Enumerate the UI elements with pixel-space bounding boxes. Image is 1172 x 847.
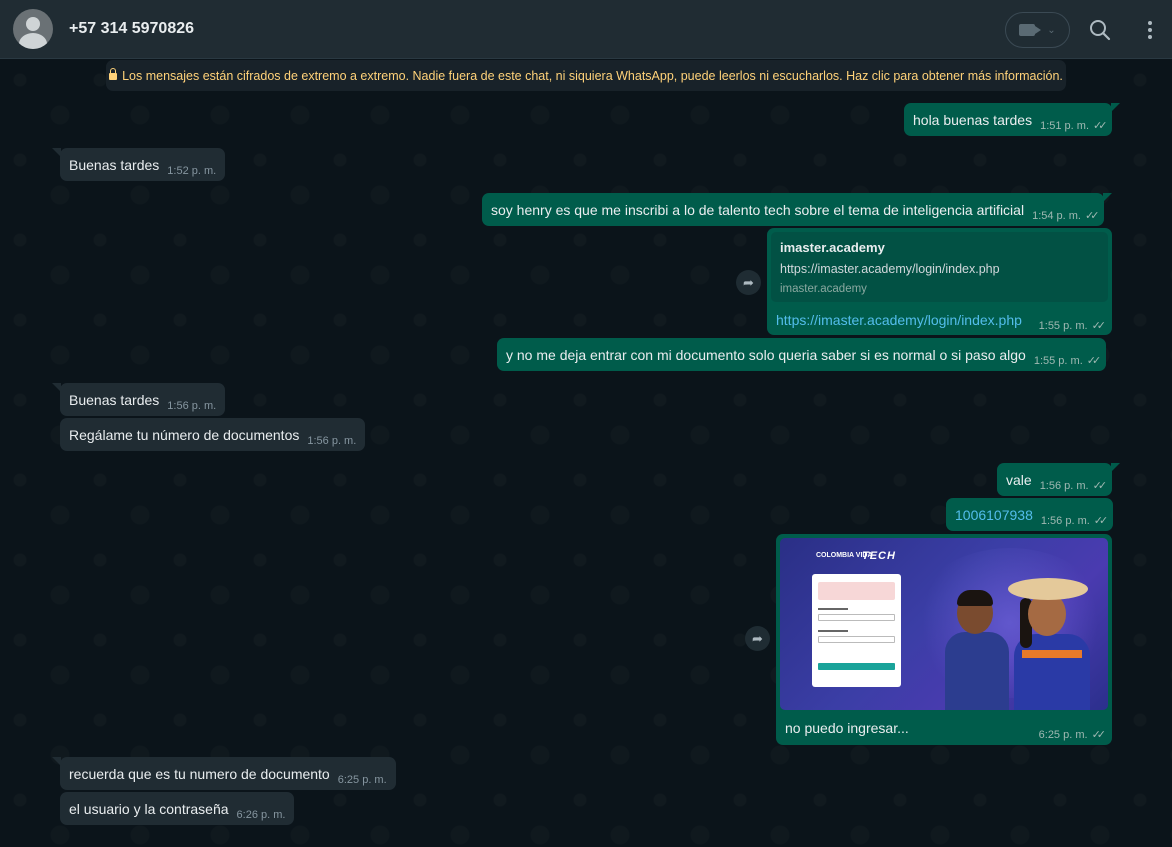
image-login-button <box>818 663 895 670</box>
image-person-boy <box>945 590 1009 710</box>
message-text: Buenas tardes <box>69 391 160 408</box>
message-time: 1:52 p. m. <box>167 164 217 177</box>
image-person-shirt <box>945 632 1009 710</box>
message-time: 6:25 p. m. <box>337 773 387 786</box>
image-attachment[interactable]: COLOMBIA VIDA TECH <box>780 538 1108 710</box>
message-time: 1:55 p. m. ✓✓ <box>1033 355 1102 367</box>
message-text: Buenas tardes <box>69 156 160 173</box>
message-link[interactable]: https://imaster.academy/login/index.php <box>776 312 1022 328</box>
video-camera-icon <box>1019 24 1042 36</box>
avatar-body <box>19 33 47 49</box>
message-text: recuerda que es tu numero de documento <box>69 765 330 782</box>
message-time: 6:26 p. m. <box>236 808 286 821</box>
double-check-icon: ✓✓ <box>1093 515 1109 527</box>
image-logo-tech: TECH <box>862 550 896 562</box>
message-time: 1:54 p. m. ✓✓ <box>1032 210 1100 222</box>
lock-icon <box>109 68 118 80</box>
message-bubble-outgoing[interactable]: 1006107938 1:56 p. m. ✓✓ <box>946 498 1114 531</box>
encryption-notice[interactable]: Los mensajes están cifrados de extremo a… <box>106 60 1066 91</box>
forward-icon[interactable]: ➦ <box>736 270 761 295</box>
message-bubble-incoming[interactable]: Buenas tardes 1:52 p. m. <box>51 148 226 181</box>
message-bubble-outgoing[interactable]: hola buenas tardes 1:51 p. m. ✓✓ <box>904 103 1121 136</box>
message-bubble-incoming[interactable]: recuerda que es tu numero de documento 6… <box>52 757 396 790</box>
message-time: 1:56 p. m. <box>167 399 217 412</box>
message-time: 1:55 p. m. ✓✓ <box>1038 320 1107 332</box>
double-check-icon: ✓✓ <box>1085 210 1100 222</box>
message-text: Regálame tu número de documentos <box>69 426 300 443</box>
link-preview-card[interactable]: imaster.academy https://imaster.academy/… <box>771 232 1108 302</box>
message-bubble-incoming[interactable]: Buenas tardes 1:56 p. m. <box>51 383 226 416</box>
double-check-icon: ✓✓ <box>1091 729 1107 741</box>
message-text: y no me deja entrar con mi documento sol… <box>506 346 1026 363</box>
double-check-icon: ✓✓ <box>1092 480 1108 492</box>
message-time: 1:51 p. m. ✓✓ <box>1040 120 1108 132</box>
phone-number-link[interactable]: 1006107938 <box>955 507 1033 523</box>
message-bubble-outgoing[interactable]: vale 1:56 p. m. ✓✓ <box>997 463 1121 496</box>
image-password-label <box>818 630 848 632</box>
double-check-icon: ✓✓ <box>1091 320 1107 332</box>
chat-header: +57 314 5970826 ⌄ <box>0 0 1172 59</box>
forward-icon[interactable]: ➦ <box>745 626 770 651</box>
message-text: soy henry es que me inscribi a lo de tal… <box>491 201 1025 218</box>
contact-name[interactable]: +57 314 5970826 <box>69 20 194 38</box>
contact-avatar[interactable] <box>13 9 53 49</box>
avatar-head <box>26 17 40 31</box>
double-check-icon: ✓✓ <box>1086 355 1102 367</box>
image-error-box <box>818 582 895 600</box>
message-time: 1:56 p. m. ✓✓ <box>1040 515 1109 527</box>
message-bubble-outgoing[interactable]: soy henry es que me inscribi a lo de tal… <box>482 193 1113 226</box>
video-call-button[interactable]: ⌄ <box>1005 12 1070 48</box>
message-bubble-incoming[interactable]: el usuario y la contraseña 6:26 p. m. <box>60 792 295 825</box>
message-time: 1:56 p. m. ✓✓ <box>1039 480 1108 492</box>
message-text: vale <box>1006 471 1032 488</box>
image-message[interactable]: COLOMBIA VIDA TECH no puedo ingresar... … <box>776 534 1112 745</box>
menu-icon[interactable] <box>1140 19 1160 41</box>
search-icon[interactable] <box>1089 19 1111 41</box>
image-password-field <box>818 636 895 643</box>
encryption-notice-text: Los mensajes están cifrados de extremo a… <box>122 68 1063 83</box>
message-time: 1:56 p. m. <box>307 434 357 447</box>
image-login-form <box>812 574 901 687</box>
image-person-stripe <box>1022 650 1082 658</box>
message-text: hola buenas tardes <box>913 111 1033 128</box>
chevron-down-icon: ⌄ <box>1047 24 1056 36</box>
link-preview-url: https://imaster.academy/login/index.php <box>780 262 1000 276</box>
image-person-hair <box>957 590 993 606</box>
image-username-field <box>818 614 895 621</box>
link-preview-title: imaster.academy <box>780 240 885 255</box>
double-check-icon: ✓✓ <box>1093 120 1108 132</box>
message-bubble-incoming[interactable]: Regálame tu número de documentos 1:56 p.… <box>60 418 366 451</box>
message-bubble-outgoing[interactable]: y no me deja entrar con mi documento sol… <box>497 338 1107 371</box>
link-preview-domain: imaster.academy <box>780 283 867 295</box>
link-preview-message[interactable]: imaster.academy https://imaster.academy/… <box>767 228 1112 335</box>
message-time: 6:25 p. m. ✓✓ <box>1038 729 1107 741</box>
image-caption: no puedo ingresar... <box>785 720 909 736</box>
message-text: el usuario y la contraseña <box>69 800 229 817</box>
image-person-hat <box>1008 578 1088 600</box>
image-person-girl <box>1008 578 1090 710</box>
image-username-label <box>818 608 848 610</box>
